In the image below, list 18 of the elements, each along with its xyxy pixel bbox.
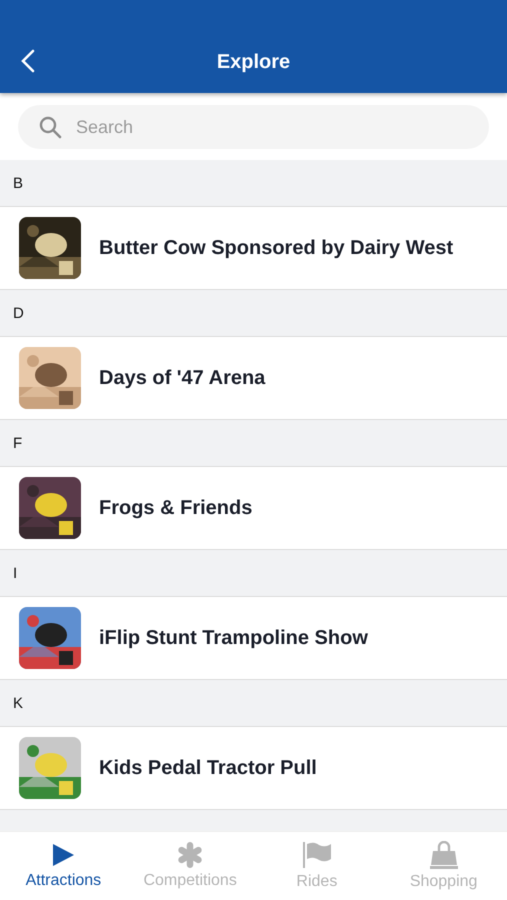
section-header: B: [0, 160, 507, 207]
flag-icon: [302, 841, 332, 869]
list-item[interactable]: Days of '47 Arena: [0, 337, 507, 420]
screen-title: Explore: [216, 50, 290, 74]
asterisk-icon: [177, 842, 204, 868]
play-icon: [51, 842, 76, 868]
section-header: I: [0, 550, 507, 597]
tab[interactable]: Attractions: [0, 832, 127, 900]
search-field[interactable]: Search: [18, 105, 489, 149]
section-header: D: [0, 290, 507, 337]
list-item[interactable]: Frogs & Friends: [0, 467, 507, 550]
section-header: K: [0, 680, 507, 727]
list-item[interactable]: iFlip Stunt Trampoline Show: [0, 597, 507, 680]
section-header: F: [0, 420, 507, 467]
list-item[interactable]: Kids Pedal Tractor Pull: [0, 727, 507, 810]
back-icon[interactable]: [21, 49, 35, 73]
list-item[interactable]: Butter Cow Sponsored by Dairy West: [0, 207, 507, 290]
shopping-bag-icon: [428, 841, 459, 869]
